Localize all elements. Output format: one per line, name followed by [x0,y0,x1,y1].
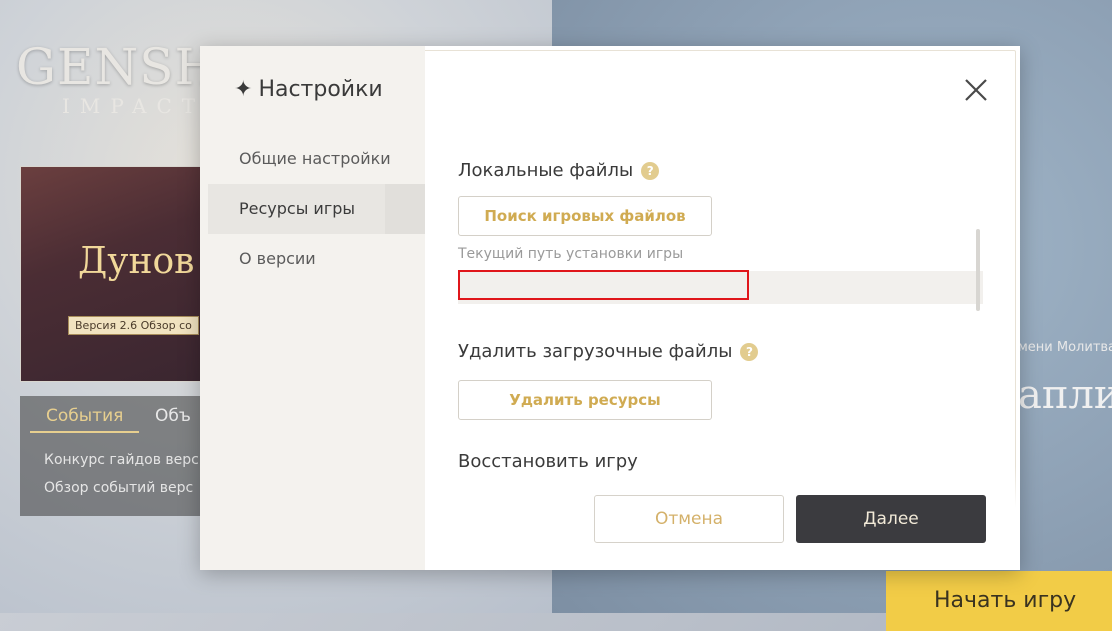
game-logo-subtitle: IMPACT [62,94,206,118]
tab-announcements[interactable]: Объ [155,406,191,426]
sidebar-item-label: Ресурсы игры [239,199,356,218]
locate-game-files-button[interactable]: Поиск игровых файлов [458,196,712,236]
section-title-text: Восстановить игру [458,451,638,472]
settings-sidebar: ✦ Настройки Общие настройки Ресурсы игры… [200,46,425,570]
tab-events[interactable]: События [30,406,140,433]
sidebar-item-label: О версии [239,249,316,268]
section-title-text: Удалить загрузочные файлы [458,341,733,362]
banner-caption-small: мени Молитва [1018,340,1112,355]
install-path-label: Текущий путь установки игры [458,246,684,262]
next-button[interactable]: Далее [796,495,986,543]
banner-caption-large: апли [1018,372,1112,418]
settings-dialog: ✦ Настройки Общие настройки Ресурсы игры… [200,46,1020,570]
help-icon[interactable]: ? [740,342,759,361]
sidebar-item-game-resources[interactable]: Ресурсы игры [208,184,425,234]
section-title-text: Локальные файлы [458,160,634,181]
content-scrollbar[interactable] [976,229,980,311]
delete-resources-button[interactable]: Удалить ресурсы [458,380,712,420]
start-game-button[interactable]: Начать игру [886,571,1112,631]
event-banner-tag: Версия 2.6 Обзор со [68,316,199,335]
news-item[interactable]: Обзор событий верс [44,480,193,496]
sidebar-item-label: Общие настройки [239,149,391,168]
sparkle-icon: ✦ [234,77,253,102]
install-path-field[interactable] [458,271,983,304]
sidebar-item-version[interactable]: О версии [208,234,425,284]
help-icon[interactable]: ? [641,161,660,180]
news-item[interactable]: Конкурс гайдов верс [44,452,199,468]
settings-content: Локальные файлы ? Поиск игровых файлов Т… [425,46,1020,570]
section-title-local-files: Локальные файлы ? [458,160,660,181]
sidebar-item-general[interactable]: Общие настройки [208,134,425,184]
dialog-title-text: Настройки [258,77,383,102]
section-title-restore-game: Восстановить игру [458,451,638,472]
dialog-title: ✦ Настройки [234,77,383,102]
cancel-button[interactable]: Отмена [594,495,784,543]
section-title-delete-files: Удалить загрузочные файлы ? [458,341,759,362]
